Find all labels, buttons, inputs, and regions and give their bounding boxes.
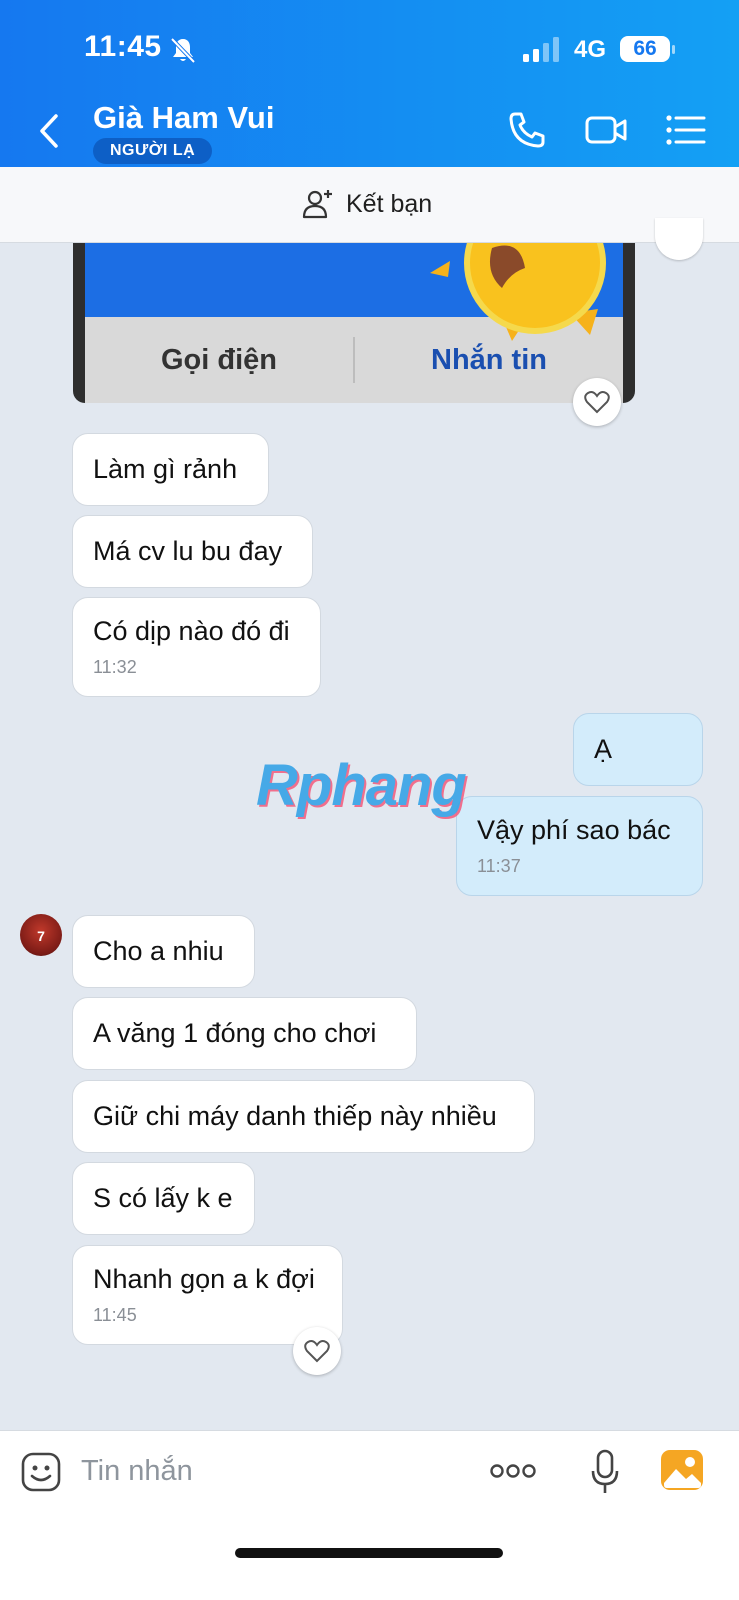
- reaction-button-top[interactable]: [655, 218, 703, 260]
- contact-name[interactable]: Già Ham Vui: [93, 100, 274, 136]
- message-text: Má cv lu bu đay: [93, 536, 283, 566]
- message-text: Làm gì rảnh: [93, 454, 238, 484]
- message-bubble-outgoing[interactable]: Vậy phí sao bác 11:37: [456, 796, 703, 896]
- bell-off-icon: [170, 37, 196, 64]
- message-bubble-incoming[interactable]: Có dịp nào đó đi 11:32: [72, 597, 321, 697]
- message-text: Ạ: [594, 734, 613, 764]
- message-text: Vậy phí sao bác: [477, 815, 671, 845]
- menu-list-icon[interactable]: [664, 108, 708, 152]
- like-button[interactable]: [293, 1327, 341, 1375]
- heart-icon: [304, 1340, 330, 1363]
- watermark-logo: Rphang: [256, 753, 467, 818]
- home-indicator: [235, 1548, 503, 1558]
- message-input[interactable]: Tin nhắn: [81, 1455, 193, 1488]
- image-gallery-icon[interactable]: [660, 1449, 704, 1491]
- sticker-icon[interactable]: [20, 1451, 62, 1493]
- avatar[interactable]: 7: [20, 914, 62, 956]
- message-bubble-incoming[interactable]: S có lấy k e: [72, 1162, 255, 1235]
- message-time: 11:37: [477, 856, 521, 876]
- microphone-icon[interactable]: [590, 1449, 620, 1495]
- message-bubble-incoming[interactable]: Cho a nhiu: [72, 915, 255, 988]
- status-time: 11:45: [84, 30, 162, 63]
- battery-level: 66: [633, 37, 657, 60]
- message-text: Nhanh gọn a k đợi: [93, 1264, 315, 1294]
- message-text: Giữ chi máy danh thiếp này nhiều: [93, 1101, 497, 1131]
- message-bubble-incoming[interactable]: A văng 1 đóng cho chơi: [72, 997, 417, 1070]
- message-bubble-outgoing[interactable]: Ạ: [573, 713, 703, 786]
- more-options-icon[interactable]: [490, 1461, 536, 1481]
- message-input-bar: Tin nhắn: [0, 1430, 739, 1600]
- heart-icon: [584, 391, 610, 414]
- add-friend-label: Kết bạn: [346, 189, 433, 218]
- sun-mascot-icon: [430, 243, 606, 341]
- message-bubble-incoming[interactable]: Nhanh gọn a k đợi 11:45: [72, 1245, 343, 1345]
- video-call-icon[interactable]: [584, 108, 628, 152]
- like-button[interactable]: [573, 378, 621, 426]
- message-text: Có dịp nào đó đi: [93, 616, 290, 646]
- signal-icon: [523, 37, 559, 62]
- phone-call-icon[interactable]: [505, 108, 549, 152]
- message-time: 11:32: [93, 657, 137, 677]
- message-text: Cho a nhiu: [93, 936, 224, 966]
- avatar-jersey-number: 7: [37, 928, 45, 944]
- message-bubble-incoming[interactable]: Làm gì rảnh: [72, 433, 269, 506]
- add-friend-bar[interactable]: Kết bạn: [0, 167, 739, 243]
- network-type: 4G: [574, 36, 607, 63]
- message-text: A văng 1 đóng cho chơi: [93, 1018, 377, 1048]
- add-friend-icon: [302, 190, 332, 219]
- message-time: 11:45: [93, 1305, 137, 1325]
- card-call-button[interactable]: Gọi điện: [85, 337, 355, 383]
- message-text: S có lấy k e: [93, 1183, 233, 1213]
- chat-header: 11:45 4G 66 Già Ham Vui NGƯỜI LẠ: [0, 0, 739, 167]
- stranger-badge: NGƯỜI LẠ: [93, 138, 213, 164]
- message-bubble-incoming[interactable]: Giữ chi máy danh thiếp này nhiều: [72, 1080, 535, 1153]
- back-arrow-icon[interactable]: [34, 108, 66, 154]
- add-friend-button[interactable]: Kết bạn: [302, 187, 432, 221]
- message-bubble-incoming[interactable]: Má cv lu bu đay: [72, 515, 313, 588]
